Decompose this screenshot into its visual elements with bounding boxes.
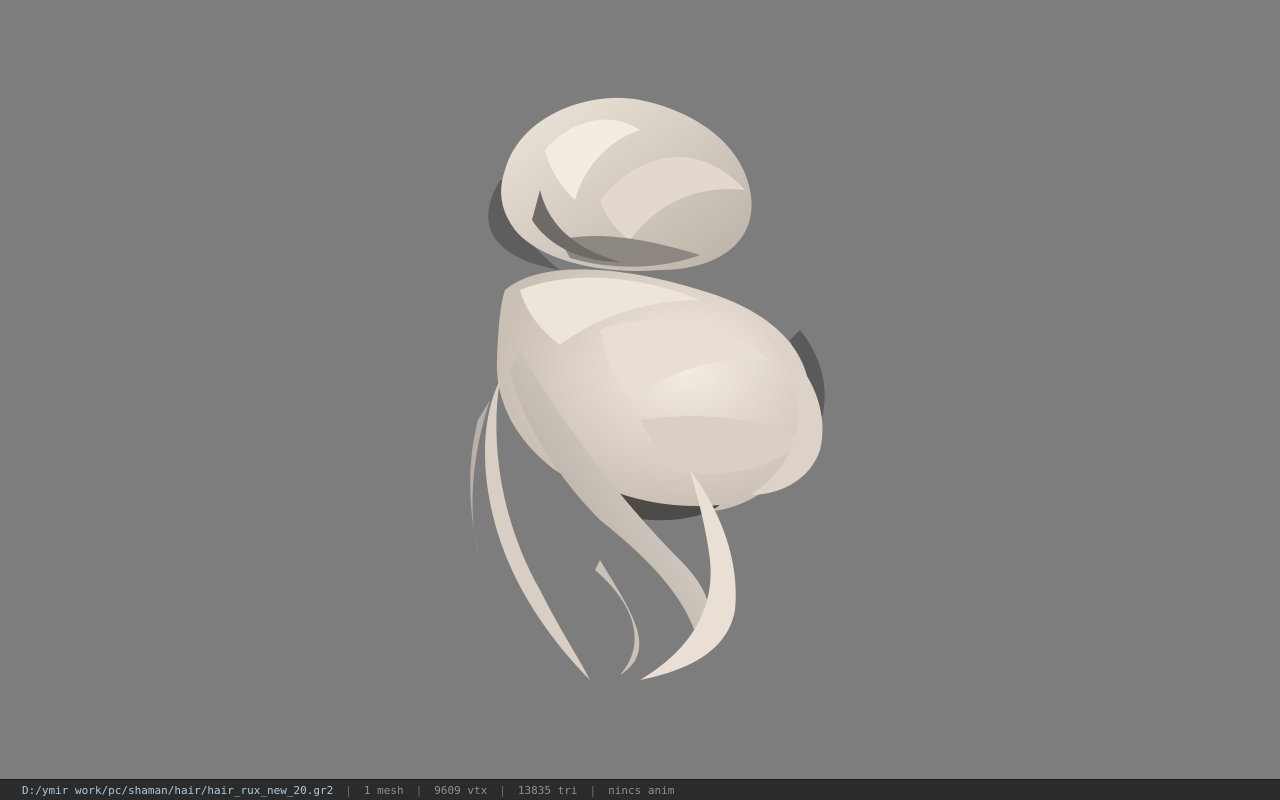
separator: | [415, 783, 423, 797]
3d-viewport[interactable] [0, 0, 1280, 779]
animation-status-label: nincs anim [608, 783, 675, 797]
file-path-label: D:/ymir work/pc/shaman/hair/hair_rux_new… [22, 783, 334, 797]
triangle-count-label: 13835 tri [517, 783, 578, 797]
separator: | [345, 783, 352, 797]
status-bar: D:/ymir work/pc/shaman/hair/hair_rux_new… [0, 779, 1280, 800]
mesh-count-label: 1 mesh [363, 783, 404, 797]
vertex-count-label: 9609 vtx [434, 783, 488, 797]
hair-bun-model [470, 97, 825, 680]
separator: | [499, 783, 506, 797]
hair-strand [595, 560, 640, 675]
separator: | [589, 783, 597, 797]
